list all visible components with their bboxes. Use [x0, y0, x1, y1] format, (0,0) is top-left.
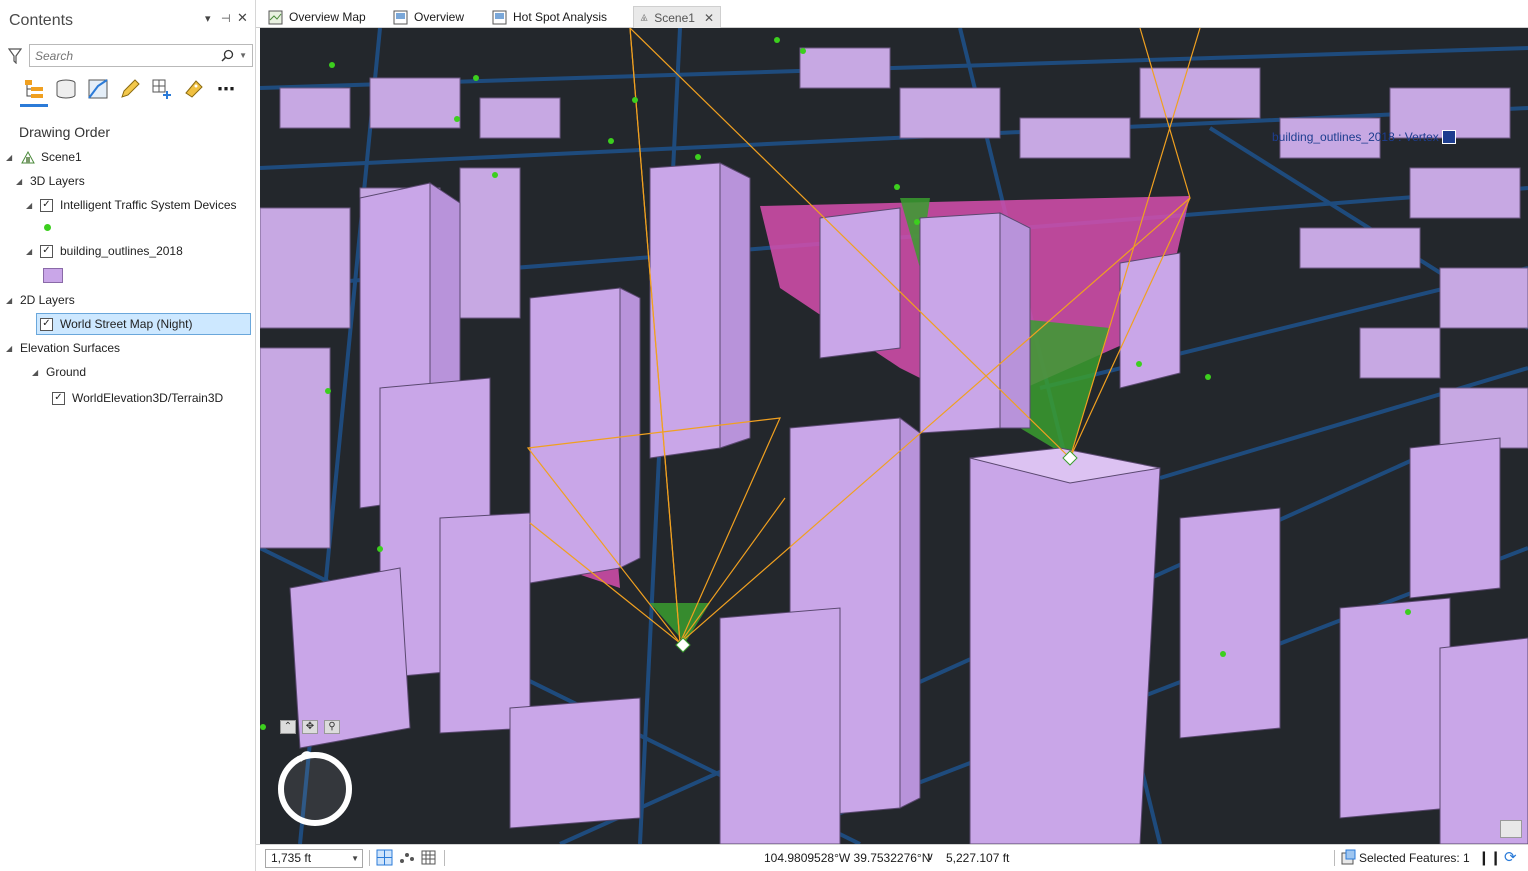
layer-visibility-checkbox[interactable]: ✓ [40, 244, 53, 258]
collapse-icon[interactable]: ◢ [26, 201, 36, 210]
tree-node-2d-layers[interactable]: ◢ 2D Layers [6, 289, 75, 311]
scale-value: 1,735 ft [271, 851, 312, 865]
divider [369, 850, 370, 866]
list-by-snapping-icon[interactable] [149, 76, 175, 102]
layout-icon [393, 10, 408, 24]
table-icon[interactable] [420, 849, 437, 866]
tree-label-ground: Ground [46, 365, 87, 379]
collapse-icon[interactable]: ◢ [26, 247, 36, 256]
pane-options-icon[interactable]: ▾ [205, 12, 211, 25]
tree-node-ground[interactable]: ◢ Ground [32, 361, 86, 383]
full-control-icon[interactable]: ✥ [302, 720, 318, 734]
contents-titlebar: Contents ▾ ⊣ ✕ [0, 0, 255, 36]
divider [1334, 850, 1335, 866]
close-icon[interactable]: ✕ [237, 10, 248, 26]
contents-pane: Contents ▾ ⊣ ✕ ▼ ⋯ [0, 0, 256, 871]
tab-hot-spot-analysis[interactable]: Hot Spot Analysis [486, 6, 613, 28]
layer-visibility-checkbox[interactable]: ✓ [40, 317, 53, 331]
layout-icon [492, 10, 507, 24]
search-box: ▼ [29, 44, 253, 67]
vertex-label-text: building_outlines_2018 : Vertex [1272, 130, 1439, 144]
close-tab-icon[interactable]: ✕ [704, 11, 714, 25]
collapse-icon[interactable]: ◢ [16, 177, 26, 186]
point-symbol-icon [44, 224, 51, 231]
list-by-labeling-icon[interactable] [181, 76, 207, 102]
list-by-selection-icon[interactable] [85, 76, 111, 102]
tree-node-terrain[interactable]: ✓ WorldElevation3D/Terrain3D [52, 387, 223, 409]
tree-node-basemap[interactable]: ✓ World Street Map (Night) [36, 313, 251, 335]
more-options-icon[interactable]: ⋯ [213, 76, 239, 102]
tree-node-scene[interactable]: ◢ Scene1 [6, 146, 82, 168]
tree-label-terrain: WorldElevation3D/Terrain3D [72, 391, 224, 405]
search-icon[interactable] [221, 49, 234, 62]
on-screen-navigator[interactable]: ↶ [278, 746, 352, 826]
tab-label: Hot Spot Analysis [513, 10, 608, 24]
tree-label-buildings: building_outlines_2018 [60, 244, 183, 258]
scene-canvas[interactable] [260, 28, 1528, 844]
selected-features-icon[interactable] [1340, 849, 1357, 866]
tab-overview-map[interactable]: Overview Map [262, 6, 372, 28]
coordinate-format-chevron-icon[interactable]: ∨ [926, 850, 934, 863]
coordinates-readout: 104.9809528°W 39.7532276°N [764, 851, 931, 865]
scene-icon [640, 13, 648, 21]
first-person-icon[interactable]: ⚲ [324, 720, 340, 734]
navigation-mini-controls: ⌃ ✥ ⚲ [280, 720, 340, 734]
tab-scene1[interactable]: Scene1 ✕ [633, 6, 721, 28]
layer-visibility-checkbox[interactable]: ✓ [52, 391, 65, 405]
view-tabs: Overview Map Overview Hot Spot Analysis … [256, 0, 1528, 28]
vertex-label: building_outlines_2018 : Vertex [1272, 130, 1456, 144]
collapse-icon[interactable]: ◢ [6, 153, 16, 162]
scene-options-icon[interactable] [1500, 820, 1522, 838]
pause-drawing-icon[interactable]: ❙❙ [1478, 849, 1501, 866]
list-by-data-source-icon[interactable] [53, 76, 79, 102]
tree-label-basemap: World Street Map (Night) [60, 317, 193, 331]
tree-label-elevation: Elevation Surfaces [20, 341, 121, 355]
tree-node-its-devices[interactable]: ◢ ✓ Intelligent Traffic System Devices [26, 194, 237, 216]
tree-label-2d-layers: 2D Layers [20, 293, 75, 307]
status-bar: 1,735 ft ▼ 104.9809528°W 39.7532276°N ∨ … [256, 844, 1528, 871]
chevron-down-icon[interactable]: ▼ [351, 850, 359, 867]
contents-toolbar: ⋯ [18, 76, 248, 107]
tab-label: Scene1 [654, 10, 695, 25]
elevation-readout: 5,227.107 ft [946, 851, 1010, 865]
navigator-arrow-icon[interactable]: ↶ [296, 746, 314, 772]
vertex-icon [1441, 130, 1456, 144]
tree-label-scene: Scene1 [41, 150, 82, 164]
scatter-icon[interactable] [398, 849, 415, 866]
tab-label: Overview Map [289, 10, 366, 24]
search-input[interactable] [30, 45, 200, 66]
active-tool-indicator [20, 104, 48, 107]
tree-label-3d-layers: 3D Layers [30, 174, 85, 188]
tree-node-elevation-surfaces[interactable]: ◢ Elevation Surfaces [6, 337, 120, 359]
collapse-icon[interactable]: ◢ [6, 344, 16, 353]
contents-title: Contents [9, 12, 74, 29]
scene-icon [21, 150, 35, 164]
tree-node-buildings[interactable]: ◢ ✓ building_outlines_2018 [26, 240, 183, 262]
filter-icon[interactable] [8, 48, 22, 64]
pin-icon[interactable]: ⊣ [221, 12, 231, 25]
layer-visibility-checkbox[interactable]: ✓ [40, 198, 53, 212]
tree-node-3d-layers[interactable]: ◢ 3D Layers [16, 170, 85, 192]
search-row: ▼ [6, 44, 253, 68]
grid-snap-icon[interactable] [376, 849, 393, 866]
scene-view[interactable]: building_outlines_2018 : Vertex ⌃ ✥ ⚲ ↶ [260, 28, 1528, 844]
scale-dropdown[interactable]: 1,735 ft ▼ [265, 849, 363, 868]
map-icon [268, 10, 283, 24]
search-dropdown-icon[interactable]: ▼ [239, 51, 247, 60]
list-by-editing-icon[interactable] [117, 76, 143, 102]
selected-features-count[interactable]: Selected Features: 1 [1359, 851, 1470, 865]
tree-label-its: Intelligent Traffic System Devices [60, 198, 237, 212]
collapse-icon[interactable]: ◢ [6, 296, 16, 305]
drawing-order-heading: Drawing Order [19, 124, 111, 140]
refresh-icon[interactable]: ⟳ [1504, 848, 1517, 866]
collapse-navigator-icon[interactable]: ⌃ [280, 720, 296, 734]
tab-label: Overview [414, 10, 465, 24]
polygon-symbol-icon [43, 268, 63, 283]
tab-overview[interactable]: Overview [387, 6, 470, 28]
list-by-drawing-order-icon[interactable] [21, 76, 47, 102]
divider [444, 850, 445, 866]
collapse-icon[interactable]: ◢ [32, 368, 42, 377]
